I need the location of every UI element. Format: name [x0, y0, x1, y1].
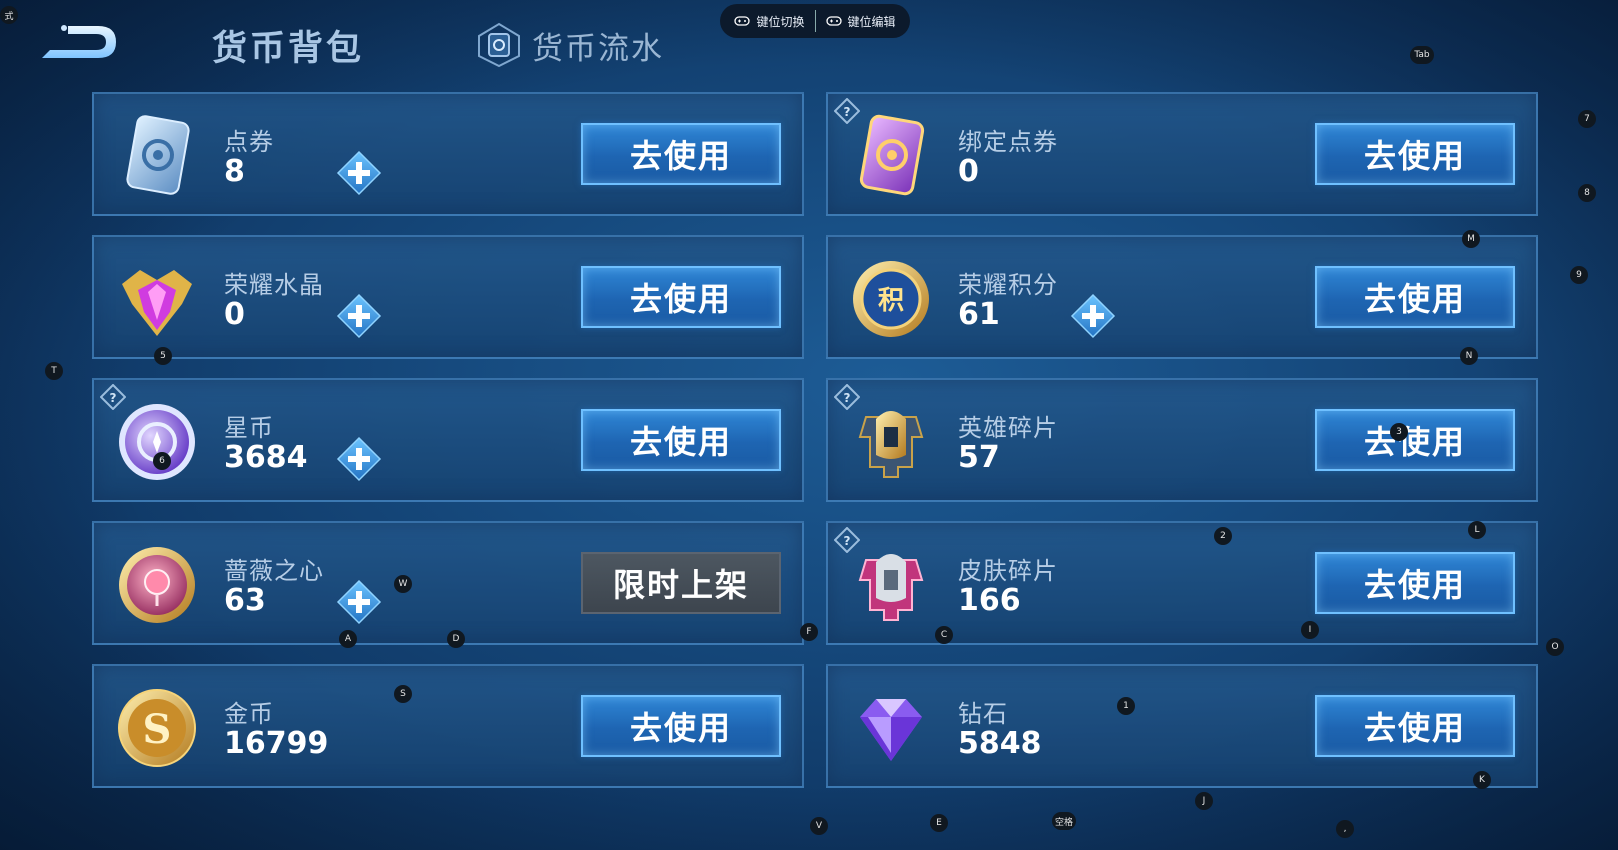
currency-amount: 0 [958, 154, 979, 189]
currency-name: 英雄碎片 [958, 414, 1058, 442]
key-hint-badge: C [935, 626, 953, 644]
key-hint-badge: 空格 [1052, 812, 1076, 830]
add-currency-button[interactable] [336, 436, 382, 482]
currency-card: 积 荣耀积分 61 去使用 [826, 235, 1538, 359]
tab-flow-label: 货币流水 [532, 30, 664, 67]
currency-name: 荣耀水晶 [224, 271, 324, 299]
add-currency-button[interactable] [336, 150, 382, 196]
key-hint-badge: V [810, 817, 828, 835]
diamond-icon [846, 683, 936, 773]
currency-amount: 3684 [224, 440, 308, 475]
currency-name: 金币 [224, 700, 274, 728]
glory-points-icon: 积 [846, 254, 936, 344]
add-currency-button[interactable] [1070, 293, 1116, 339]
add-currency-button[interactable] [336, 579, 382, 625]
currency-card: S 金币 16799 去使用 [92, 664, 804, 788]
key-hint-badge: D [447, 630, 465, 648]
currency-card: 钻石 5848 去使用 [826, 664, 1538, 788]
key-hint-badge: 9 [1570, 266, 1588, 284]
key-hint-badge: 6 [153, 452, 171, 470]
bound-voucher-card-icon [846, 111, 936, 201]
currency-amount: 61 [958, 297, 1000, 332]
key-hint-badge: S [394, 685, 412, 703]
gamepad-icon [734, 16, 751, 26]
tab-currency-bag[interactable]: 货币背包 [212, 20, 364, 71]
limited-release-button[interactable]: 限时上架 [581, 552, 781, 614]
key-switch-label: 键位切换 [756, 14, 805, 29]
key-hint-badge: W [394, 575, 412, 593]
svg-text:S: S [143, 706, 172, 753]
key-hint-badge: 7 [1578, 110, 1596, 128]
use-button[interactable]: 去使用 [1315, 552, 1515, 614]
key-hint-badge: 3 [1390, 423, 1408, 441]
gamepad-icon [825, 16, 842, 26]
currency-card: 荣耀水晶 0 去使用 [92, 235, 804, 359]
currency-name: 点券 [224, 128, 274, 156]
use-button[interactable]: 去使用 [1315, 695, 1515, 757]
key-edit-label: 键位编辑 [847, 14, 896, 29]
key-hint-badge: 2 [1214, 527, 1232, 545]
hero-fragment-icon [846, 397, 936, 487]
key-hint-badge: N [1460, 347, 1478, 365]
key-hint-badge: 式 [0, 6, 18, 24]
currency-amount: 166 [958, 583, 1021, 618]
currency-amount: 63 [224, 583, 266, 618]
currency-amount: 16799 [224, 726, 329, 761]
key-hint-badge: Tab [1410, 46, 1434, 64]
key-switch-button[interactable]: 键位切换 [724, 13, 814, 30]
use-button[interactable]: 去使用 [581, 123, 781, 185]
use-button[interactable]: 去使用 [581, 695, 781, 757]
svg-text:积: 积 [878, 286, 904, 316]
currency-card: 蔷薇之心 63 限时上架 [92, 521, 804, 645]
currency-card: ? 英雄碎片 57 去使用 [826, 378, 1538, 502]
use-button[interactable]: 去使用 [581, 266, 781, 328]
currency-card: 点券 8 去使用 [92, 92, 804, 216]
currency-name: 皮肤碎片 [958, 557, 1058, 585]
currency-card: ? 星币 3684 去使用 [92, 378, 804, 502]
voucher-card-icon [112, 111, 202, 201]
add-currency-button[interactable] [336, 293, 382, 339]
key-hint-badge: O [1546, 638, 1564, 656]
currency-name: 荣耀积分 [958, 271, 1058, 299]
currency-name: 钻石 [958, 700, 1008, 728]
key-hint-badge: 8 [1578, 184, 1596, 202]
currency-name: 星币 [224, 414, 274, 442]
key-hint-badge: F [800, 623, 818, 641]
tab-currency-flow[interactable]: 货币流水 [476, 22, 664, 68]
currency-name: 蔷薇之心 [224, 557, 324, 585]
rose-heart-icon [112, 540, 202, 630]
key-mapping-bar: 键位切换 键位编辑 [720, 4, 910, 38]
currency-name: 绑定点券 [958, 128, 1058, 156]
back-button[interactable] [38, 20, 124, 64]
key-hint-badge: L [1468, 521, 1486, 539]
currency-amount: 5848 [958, 726, 1042, 761]
key-hint-badge: I [1301, 621, 1319, 639]
key-hint-badge: J [1195, 792, 1213, 810]
key-hint-badge: T [45, 362, 63, 380]
key-hint-badge: E [930, 814, 948, 832]
currency-card: ? 皮肤碎片 166 去使用 [826, 521, 1538, 645]
key-hint-badge: M [1462, 230, 1480, 248]
use-button[interactable]: 去使用 [1315, 409, 1515, 471]
key-hint-badge: K [1473, 771, 1491, 789]
key-edit-button[interactable]: 键位编辑 [816, 13, 906, 30]
ledger-icon [478, 22, 520, 68]
key-hint-badge: A [339, 630, 357, 648]
back-arrow-icon [42, 25, 116, 58]
use-button[interactable]: 去使用 [581, 409, 781, 471]
use-button[interactable]: 去使用 [1315, 266, 1515, 328]
key-hint-badge: , [1336, 820, 1354, 838]
glory-crystal-icon [112, 254, 202, 344]
use-button[interactable]: 去使用 [1315, 123, 1515, 185]
currency-amount: 0 [224, 297, 245, 332]
skin-fragment-icon [846, 540, 936, 630]
star-coin-icon [112, 397, 202, 487]
gold-coin-icon: S [112, 683, 202, 773]
key-hint-badge: 5 [154, 347, 172, 365]
currency-amount: 57 [958, 440, 1000, 475]
currency-amount: 8 [224, 154, 245, 189]
currency-card: ? 绑定点券 0 去使用 [826, 92, 1538, 216]
key-hint-badge: 1 [1117, 697, 1135, 715]
